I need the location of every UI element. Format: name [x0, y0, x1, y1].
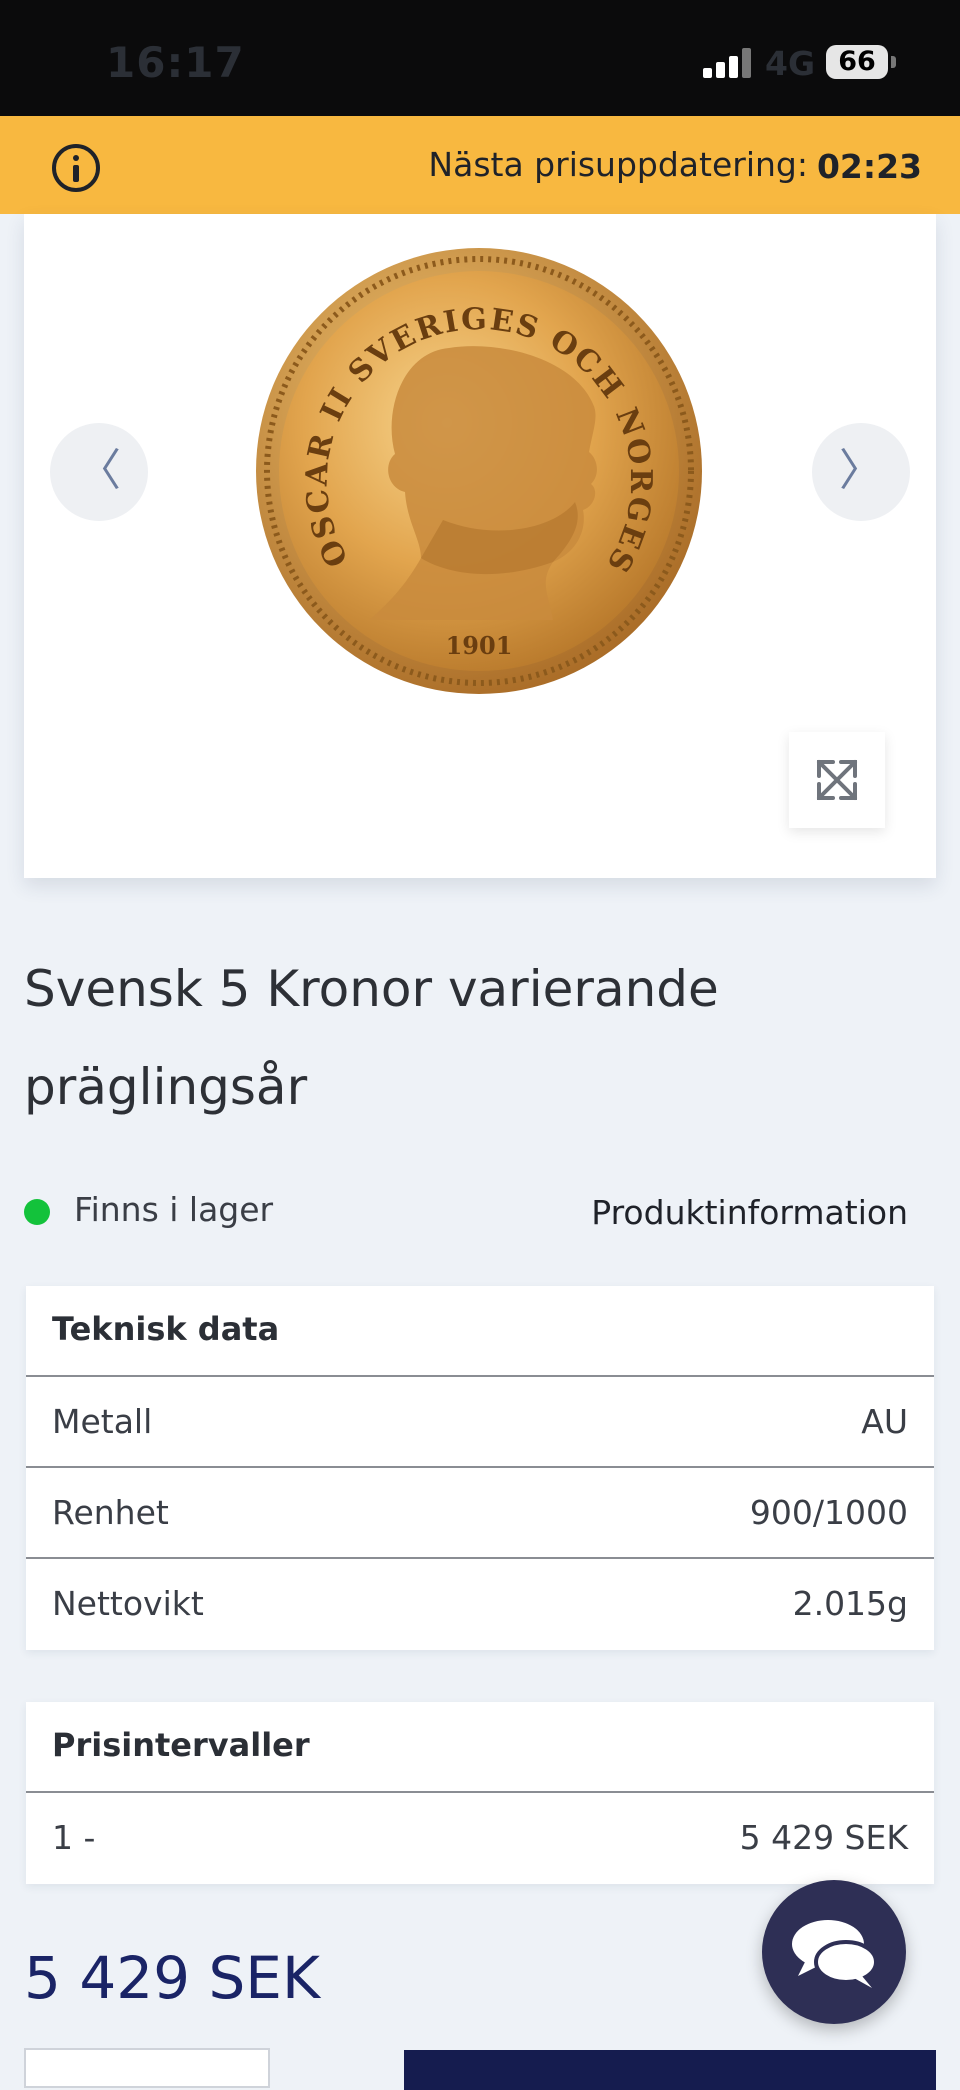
- stock-status: Finns i lager: [74, 1190, 274, 1229]
- gallery-next-button[interactable]: 〉: [812, 423, 910, 521]
- product-price: 5 429 SEK: [24, 1944, 320, 2012]
- price-update-label: Nästa prisuppdatering:: [428, 145, 808, 184]
- row-value: 900/1000: [749, 1493, 908, 1532]
- technical-data-table: Teknisk data Metall AU Renhet 900/1000 N…: [26, 1286, 934, 1650]
- row-value: AU: [861, 1402, 908, 1441]
- product-title: Svensk 5 Kronor varierande präglingsår: [24, 960, 719, 1116]
- expand-image-button[interactable]: [789, 732, 885, 828]
- row-label: Metall: [52, 1402, 153, 1441]
- table-row: Metall AU: [26, 1377, 934, 1468]
- network-type: 4G: [765, 44, 816, 83]
- quantity-input[interactable]: [24, 2048, 270, 2088]
- row-label: Renhet: [52, 1493, 169, 1532]
- table-row: Nettovikt 2.015g: [26, 1559, 934, 1650]
- price-update-timer: 02:23: [816, 147, 922, 186]
- table-header: Teknisk data: [26, 1286, 934, 1377]
- row-label: Nettovikt: [52, 1584, 204, 1623]
- table-header: Prisintervaller: [26, 1702, 934, 1793]
- in-stock-indicator: [24, 1199, 50, 1225]
- expand-icon: [817, 760, 857, 800]
- row-value: 2.015g: [792, 1584, 908, 1623]
- add-to-cart-button[interactable]: [404, 2050, 936, 2090]
- info-icon[interactable]: [52, 144, 100, 192]
- technical-data-heading: Teknisk data: [52, 1310, 280, 1348]
- signal-icon: [703, 48, 751, 78]
- product-info-link[interactable]: Produktinformation: [591, 1193, 908, 1232]
- status-time: 16:17: [106, 38, 245, 87]
- table-row: 1 - 5 429 SEK: [26, 1793, 934, 1884]
- row-value: 5 429 SEK: [739, 1818, 908, 1857]
- gallery-prev-button[interactable]: 〈: [50, 423, 148, 521]
- chat-icon: [792, 1920, 878, 1988]
- price-intervals-table: Prisintervaller 1 - 5 429 SEK: [26, 1702, 934, 1884]
- coin-image: OSCAR II SVERIGES OCH NORGES KONUNG 1901: [238, 213, 702, 694]
- price-intervals-heading: Prisintervaller: [52, 1726, 310, 1764]
- battery-cap: [891, 56, 896, 68]
- row-label: 1 -: [52, 1818, 96, 1857]
- chat-button[interactable]: [762, 1880, 906, 2024]
- table-row: Renhet 900/1000: [26, 1468, 934, 1559]
- coin-year: 1901: [446, 631, 513, 660]
- battery-icon: 66: [826, 45, 888, 79]
- product-image[interactable]: OSCAR II SVERIGES OCH NORGES KONUNG 1901: [238, 213, 705, 702]
